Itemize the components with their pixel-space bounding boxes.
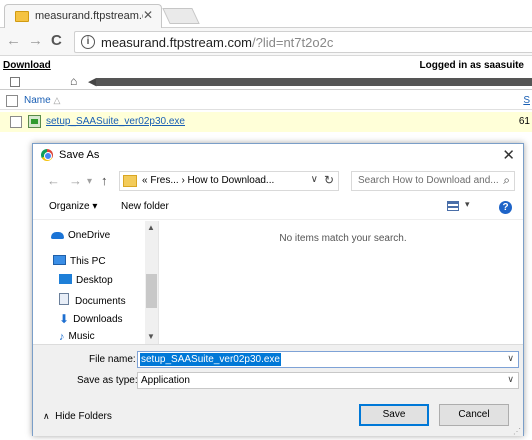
name-header-label: Name <box>24 95 51 106</box>
tab-close-icon[interactable]: ✕ <box>143 8 153 22</box>
save-button[interactable]: Save <box>359 404 429 426</box>
path-bar: ⌂ ◀ <box>0 74 532 90</box>
file-name-value[interactable]: setup_SAASuite_ver02p30.exe <box>140 353 281 366</box>
file-list-header: Name △ S <box>0 92 532 110</box>
file-name-label: File name: <box>89 354 136 365</box>
tab-strip: measurand.ftpstream.com ✕ <box>0 0 532 28</box>
nav-item-label: Music <box>68 331 95 342</box>
sort-icon: △ <box>53 95 61 105</box>
breadcrumb[interactable]: « Fres... › How to Download... ∨ ↻ <box>119 171 339 191</box>
info-icon[interactable]: i <box>81 35 95 49</box>
chevron-down-icon[interactable]: ∨ <box>507 374 514 385</box>
new-folder-button[interactable]: New folder <box>121 201 169 212</box>
nav-item-downloads[interactable]: ⬇ Downloads <box>59 312 123 326</box>
refresh-icon[interactable]: ↻ <box>324 173 334 187</box>
save-type-select[interactable]: Application ∨ <box>137 372 519 389</box>
url-host: measurand.ftpstream.com <box>101 35 253 50</box>
nav-item-documents[interactable]: Documents <box>59 293 126 307</box>
logged-in-text: Logged in as saasuite <box>419 60 524 71</box>
nav-item-desktop[interactable]: Desktop <box>59 274 113 286</box>
breadcrumb-path[interactable]: « Fres... › How to Download... <box>142 175 274 186</box>
nav-item-label: Documents <box>75 296 126 307</box>
close-icon[interactable]: ✕ <box>502 146 515 164</box>
organize-button[interactable]: Organize ▾ <box>49 201 97 212</box>
scrollbar-thumb[interactable] <box>146 274 157 308</box>
chevron-up-icon: ∧ <box>43 411 50 421</box>
folder-icon <box>123 175 137 187</box>
empty-message: No items match your search. <box>279 233 407 244</box>
command-bar: Organize ▾ New folder ▾ ? <box>33 196 523 220</box>
help-icon[interactable]: ? <box>499 201 512 214</box>
path-strip <box>96 78 532 86</box>
address-bar[interactable]: i measurand.ftpstream.com/?lid=nt7t2o2c <box>74 31 532 53</box>
hide-folders-label: Hide Folders <box>55 411 112 422</box>
nav-item-label: This PC <box>70 256 106 267</box>
select-icon[interactable] <box>10 77 20 87</box>
nav-item-music[interactable]: ♪ Music <box>59 331 95 343</box>
dialog-title: Save As <box>59 149 100 161</box>
select-all-checkbox[interactable] <box>6 95 18 107</box>
nav-item-onedrive[interactable]: OneDrive <box>51 230 110 241</box>
chevron-down-icon[interactable]: ∨ <box>311 174 318 185</box>
dialog-address-row: ← → ▾ ↑ « Fres... › How to Download... ∨… <box>33 168 523 194</box>
view-icon[interactable] <box>447 201 459 211</box>
cancel-button[interactable]: Cancel <box>439 404 509 426</box>
nav-item-label: OneDrive <box>68 230 111 241</box>
search-icon[interactable]: ⌕ <box>503 173 510 188</box>
back-icon[interactable]: ← <box>6 33 21 49</box>
dialog-title-bar: Save As ✕ <box>33 144 523 166</box>
home-icon[interactable]: ⌂ <box>70 74 77 88</box>
nav-item-label: Desktop <box>76 275 113 286</box>
browser-tab[interactable]: measurand.ftpstream.com ✕ <box>4 4 162 28</box>
download-link[interactable]: Download <box>3 60 51 71</box>
exe-file-icon <box>28 115 41 128</box>
size-column-header[interactable]: S <box>523 95 530 106</box>
folder-tab-icon <box>15 11 29 22</box>
chevron-up-icon[interactable]: ▲ <box>147 223 155 232</box>
save-type-value: Application <box>141 375 190 386</box>
chevron-down-icon[interactable]: ∨ <box>507 353 514 364</box>
name-column-header[interactable]: Name △ <box>24 95 60 106</box>
documents-icon <box>59 293 69 305</box>
back-icon[interactable]: ← <box>47 173 60 188</box>
view-dropdown-icon[interactable]: ▾ <box>465 199 470 210</box>
up-arrow-icon[interactable]: ↑ <box>101 173 108 188</box>
forward-icon[interactable]: → <box>69 173 82 188</box>
save-type-label: Save as type: <box>77 375 138 386</box>
music-icon: ♪ <box>59 331 65 343</box>
save-as-dialog: Save As ✕ ← → ▾ ↑ « Fres... › How to Dow… <box>32 143 524 436</box>
navigation-pane: OneDrive This PC Desktop Documents ⬇ Down… <box>33 221 159 344</box>
pc-icon <box>53 255 66 265</box>
file-name-field[interactable]: setup_SAASuite_ver02p30.exe ∨ <box>137 351 519 368</box>
nav-item-label: Downloads <box>73 314 123 325</box>
browser-toolbar: ← → C i measurand.ftpstream.com/?lid=nt7… <box>0 28 532 56</box>
resize-grip-icon[interactable]: ⋰ <box>513 427 521 436</box>
hide-folders-button[interactable]: ∧ Hide Folders <box>43 411 112 422</box>
file-form-pane: File name: setup_SAASuite_ver02p30.exe ∨… <box>33 344 523 436</box>
onedrive-icon <box>51 232 64 239</box>
reload-icon[interactable]: C <box>51 33 62 49</box>
page-header: Download Logged in as saasuite <box>0 58 532 74</box>
tab-title: measurand.ftpstream.com <box>35 10 143 22</box>
url-query: /?lid=nt7t2o2c <box>252 35 334 50</box>
row-checkbox[interactable] <box>10 116 22 128</box>
file-link[interactable]: setup_SAASuite_ver02p30.exe <box>46 116 185 127</box>
recent-dropdown-icon[interactable]: ▾ <box>87 176 92 187</box>
chrome-icon <box>41 149 53 161</box>
search-placeholder: Search How to Download and... <box>358 175 499 186</box>
file-size: 61 <box>518 116 530 127</box>
new-tab-button[interactable] <box>162 8 200 24</box>
nav-item-this-pc[interactable]: This PC <box>53 255 106 267</box>
desktop-icon <box>59 274 72 284</box>
search-input[interactable]: Search How to Download and... ⌕ <box>351 171 515 191</box>
forward-icon[interactable]: → <box>28 33 43 49</box>
downloads-icon: ⬇ <box>59 312 70 326</box>
chevron-down-icon[interactable]: ▼ <box>147 332 155 341</box>
table-row[interactable]: setup_SAASuite_ver02p30.exe 61 <box>0 112 532 132</box>
url-text: measurand.ftpstream.com/?lid=nt7t2o2c <box>101 35 333 50</box>
